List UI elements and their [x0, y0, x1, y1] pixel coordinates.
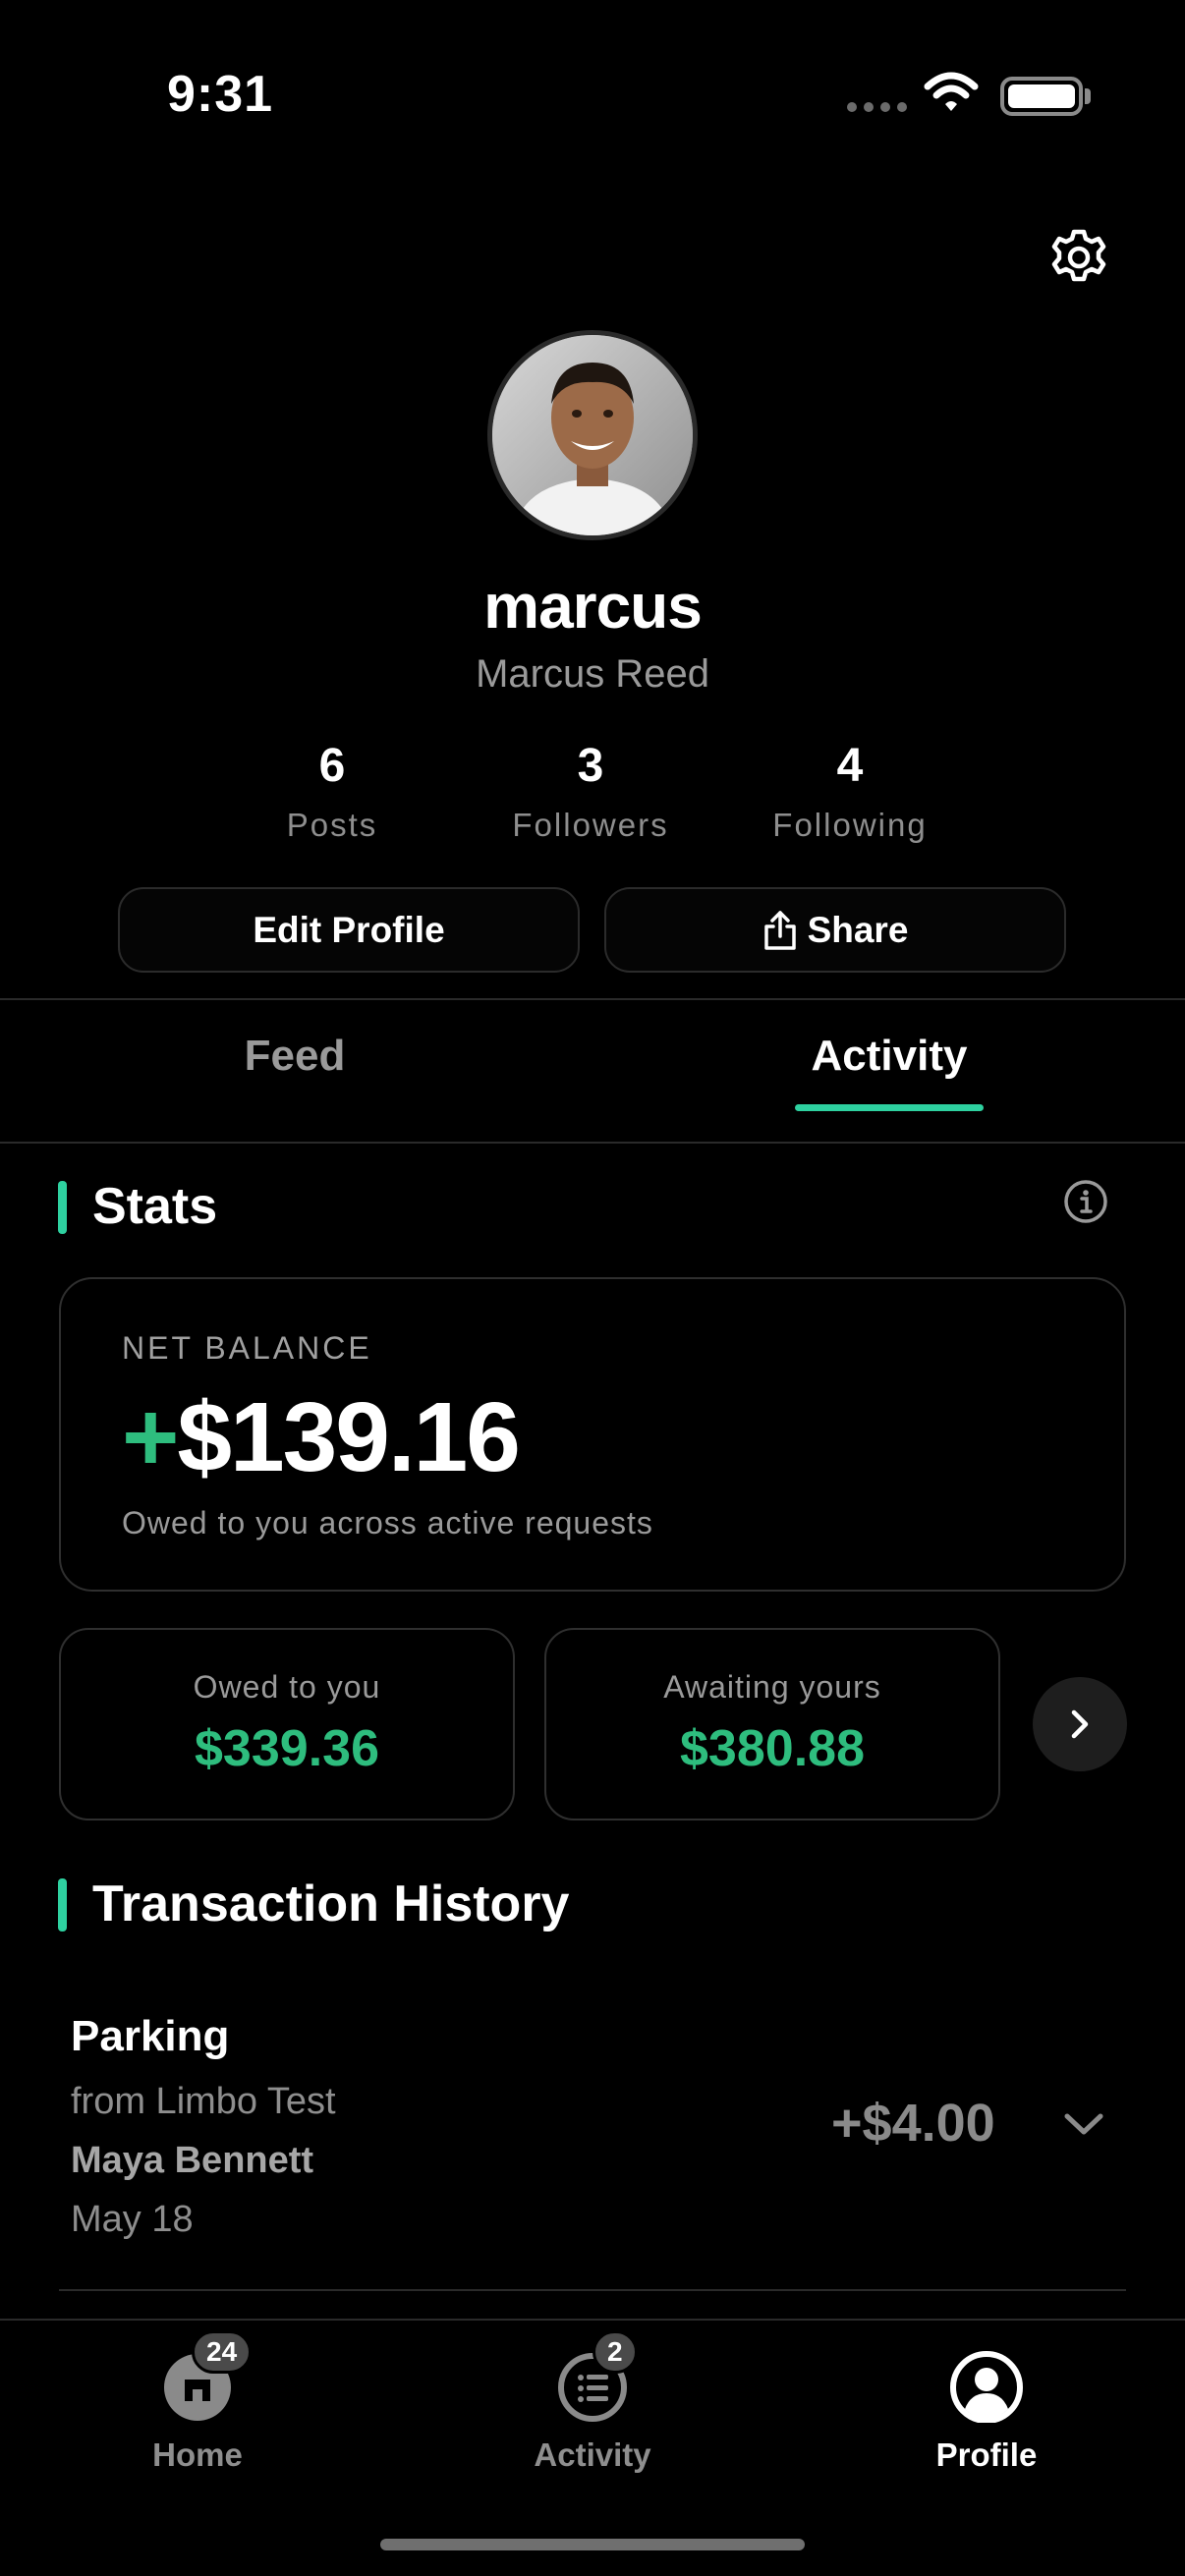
info-icon[interactable] — [1063, 1179, 1108, 1224]
chevron-down-icon[interactable] — [1059, 2104, 1108, 2144]
bottom-tab-bar: 24 Home 2 Activity Profile — [0, 2319, 1185, 2576]
transaction-date: May 18 — [71, 2199, 194, 2240]
awaiting-yours-amount: $380.88 — [680, 1720, 865, 1777]
nav-home[interactable]: 24 Home — [70, 2330, 325, 2474]
full-name: Marcus Reed — [476, 652, 709, 696]
profile-icon — [950, 2351, 1023, 2424]
nav-profile[interactable]: Profile — [859, 2344, 1114, 2474]
net-balance-sign: + — [122, 1382, 179, 1492]
stat-label: Following — [772, 807, 928, 843]
divider — [0, 1142, 1185, 1144]
section-accent-bar — [58, 1181, 67, 1234]
home-badge: 24 — [192, 2330, 253, 2374]
share-button[interactable]: Share — [604, 887, 1066, 973]
owed-to-you-card[interactable]: Owed to you $339.36 — [59, 1628, 515, 1820]
chevron-right-icon — [1071, 1709, 1089, 1739]
net-balance-caption: Owed to you across active requests — [122, 1505, 653, 1540]
status-bar: 9:31 — [0, 0, 1185, 187]
owed-to-you-label: Owed to you — [193, 1669, 381, 1705]
transaction-person: Maya Bennett — [71, 2140, 314, 2181]
battery-icon — [1000, 77, 1083, 116]
divider — [59, 2289, 1126, 2291]
awaiting-yours-card[interactable]: Awaiting yours $380.88 — [544, 1628, 1000, 1820]
transaction-history-title: Transaction History — [92, 1876, 570, 1932]
stats-next-button[interactable] — [1033, 1677, 1127, 1771]
activity-badge: 2 — [592, 2330, 638, 2374]
nav-activity[interactable]: 2 Activity — [465, 2330, 720, 2474]
username: marcus — [483, 571, 703, 642]
avatar[interactable] — [487, 330, 698, 540]
share-label: Share — [807, 909, 909, 950]
net-balance-value: $139.16 — [177, 1382, 520, 1492]
awaiting-yours-label: Awaiting yours — [663, 1669, 881, 1705]
net-balance-label: NET BALANCE — [122, 1330, 372, 1366]
status-time: 9:31 — [167, 66, 274, 123]
stats-section-title: Stats — [92, 1178, 218, 1235]
settings-button[interactable] — [1044, 222, 1114, 293]
transaction-group: from Limbo Test — [71, 2081, 336, 2122]
stat-label: Posts — [286, 807, 378, 843]
stat-value: 3 — [577, 740, 604, 792]
stat-followers[interactable]: 3 Followers — [463, 739, 718, 844]
edit-profile-button[interactable]: Edit Profile — [118, 887, 580, 973]
tab-activity[interactable]: Activity — [693, 1032, 1086, 1081]
owed-to-you-amount: $339.36 — [195, 1720, 379, 1777]
stat-label: Followers — [512, 807, 669, 843]
wifi-icon — [924, 72, 979, 111]
stat-value: 6 — [318, 740, 346, 792]
net-balance-amount: +$139.16 — [122, 1381, 521, 1494]
share-icon — [763, 910, 796, 950]
section-accent-bar — [58, 1878, 67, 1932]
nav-home-label: Home — [152, 2436, 243, 2473]
profile-photo — [492, 335, 693, 535]
active-tab-indicator — [795, 1104, 984, 1111]
stat-posts[interactable]: 6 Posts — [204, 739, 460, 844]
gear-icon — [1051, 229, 1106, 282]
nav-profile-label: Profile — [935, 2436, 1038, 2473]
home-indicator — [380, 2539, 805, 2550]
stat-value: 4 — [836, 740, 864, 792]
nav-activity-label: Activity — [534, 2436, 651, 2473]
cellular-signal-icon — [847, 102, 907, 112]
net-balance-card: NET BALANCE +$139.16 Owed to you across … — [59, 1277, 1126, 1592]
transaction-amount: +$4.00 — [831, 2094, 995, 2153]
edit-profile-label: Edit Profile — [253, 909, 445, 950]
stat-following[interactable]: 4 Following — [722, 739, 978, 844]
tab-feed[interactable]: Feed — [98, 1032, 491, 1081]
divider — [0, 998, 1185, 1000]
transaction-title: Parking — [71, 2012, 230, 2060]
